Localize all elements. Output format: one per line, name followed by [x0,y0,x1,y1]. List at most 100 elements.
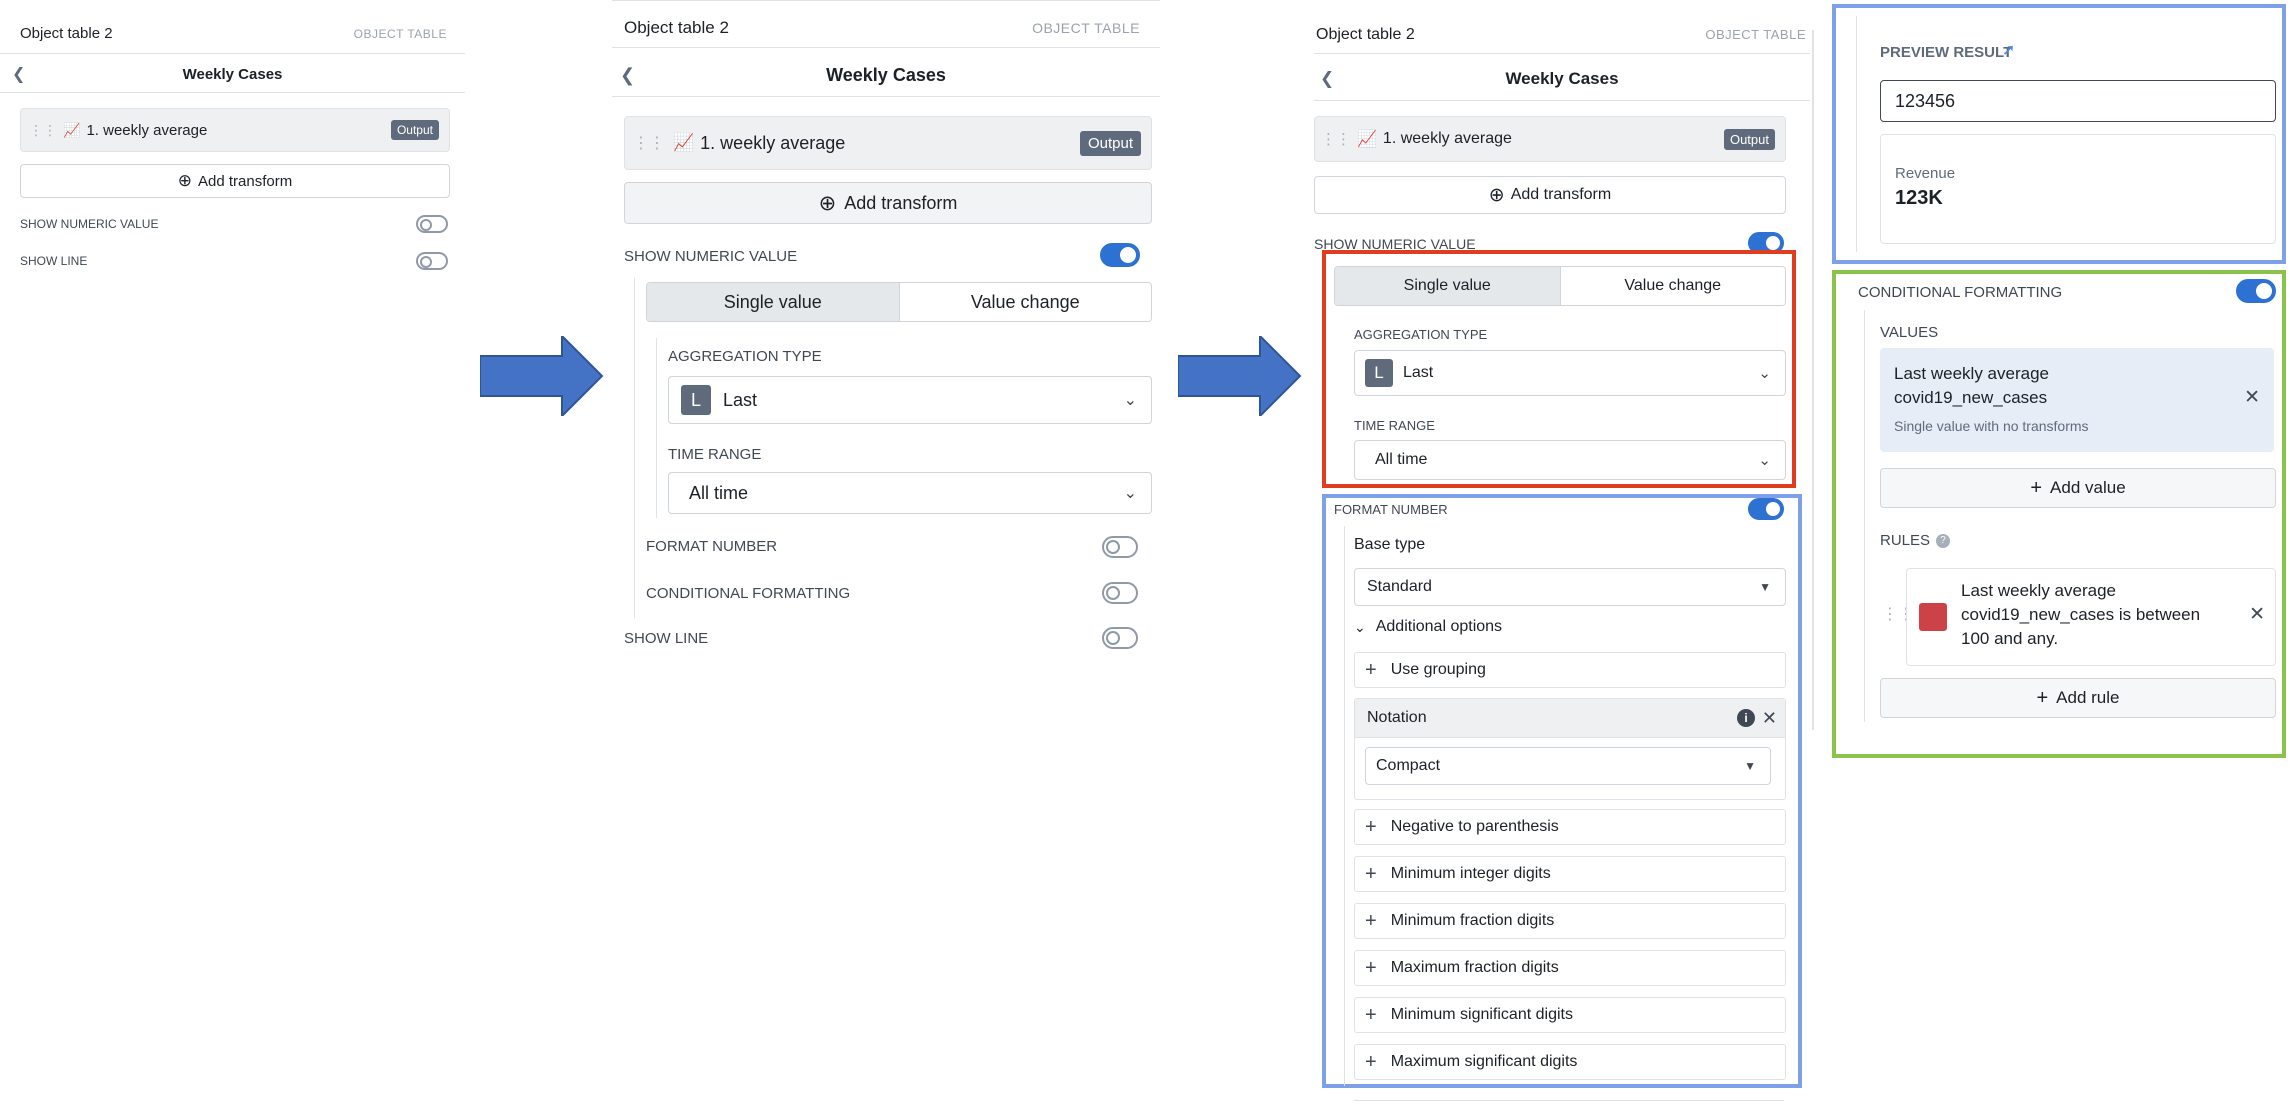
show-line-label: SHOW LINE [624,630,709,647]
chevron-down-icon: ⌄ [1123,485,1137,502]
format-option[interactable]: + Minimum fraction digits [1354,903,1786,939]
object-type-label: OBJECT TABLE [353,26,447,41]
plus-icon: + [1365,956,1377,979]
subheader: ❮ Weekly Cases [612,54,1160,97]
additional-options-toggle[interactable]: ⌄ Additional options [1354,618,1502,636]
add-transform-button[interactable]: ⊕ Add transform [1314,176,1786,214]
base-type-label: Base type [1354,536,1426,553]
show-line-toggle[interactable] [416,252,448,270]
format-option[interactable]: + Minimum integer digits [1354,856,1786,892]
drag-handle-icon[interactable]: ⋮⋮ [29,122,57,139]
close-icon[interactable]: ✕ [1762,708,1777,729]
object-type-label: OBJECT TABLE [1705,27,1806,42]
notation-select[interactable]: Compact ▼ [1365,747,1771,785]
chevron-down-icon: ⌄ [1758,452,1771,469]
plus-icon: + [1365,815,1377,838]
show-line-toggle[interactable] [1102,627,1138,649]
use-grouping-option[interactable]: + Use grouping [1354,652,1786,688]
base-type-select[interactable]: Standard ▼ [1354,568,1786,606]
time-range-select[interactable]: All time ⌄ [1354,440,1786,480]
chevron-left-icon[interactable]: ❮ [12,64,25,84]
option-label: Minimum fraction digits [1390,912,1555,929]
format-option[interactable]: + Minimum significant digits [1354,997,1786,1033]
add-transform-button[interactable]: ⊕ Add transform [624,182,1152,224]
drag-handle-icon[interactable]: ⋮⋮ [1321,130,1351,148]
close-icon[interactable]: ✕ [2249,603,2265,626]
option-label: Maximum fraction digits [1390,959,1559,976]
plus-icon: + [2030,476,2043,499]
cf-rule-line2: covid19_new_cases is between [1961,605,2201,624]
show-numeric-value-label: SHOW NUMERIC VALUE [20,217,159,231]
format-number-toggle[interactable] [1748,498,1784,520]
preview-input[interactable]: 123456 [1880,80,2276,122]
add-circle-icon: ⊕ [1488,184,1505,206]
conditional-formatting-toggle[interactable] [2236,279,2276,303]
chevron-down-icon: ⌄ [1123,392,1137,409]
show-numeric-value-toggle[interactable] [1100,243,1140,267]
cf-value-sub: Single value with no transforms [1894,418,2089,434]
arrow-right-icon [480,336,604,416]
time-range-select[interactable]: All time ⌄ [668,472,1152,514]
conditional-formatting-toggle[interactable] [1102,582,1138,604]
aggregation-type-label: AGGREGATION TYPE [668,348,822,365]
cf-rule-card[interactable]: Last weekly average covid19_new_cases is… [1906,568,2276,666]
format-option[interactable]: + Maximum fraction digits [1354,950,1786,986]
rules-label: RULES [1880,532,1931,549]
format-number-label: FORMAT NUMBER [646,538,778,555]
metric-row[interactable]: ⋮⋮ 📈 1. weekly average Output [1314,116,1786,162]
add-rule-button[interactable]: + Add rule [1880,678,2276,718]
add-circle-icon: ⊕ [818,191,837,215]
time-range-label: TIME RANGE [668,446,762,463]
value-change-tab[interactable]: Value change [898,283,1151,321]
option-label: Minimum significant digits [1390,1006,1573,1023]
rule-color-swatch[interactable] [1919,603,1947,631]
notation-label: Notation [1367,709,1427,726]
aggregation-type-select[interactable]: L Last ⌄ [1354,350,1786,396]
drag-handle-icon[interactable]: ⋮⋮ [633,133,665,153]
section-title: Weekly Cases [1505,69,1619,88]
single-value-tab[interactable]: Single value [1335,267,1560,305]
value-mode-segmented: Single value Value change [646,282,1152,322]
value-change-tab[interactable]: Value change [1559,267,1785,305]
help-icon[interactable]: ? [1936,533,1951,548]
aggregation-letter-badge: L [1365,359,1393,387]
single-value-tab[interactable]: Single value [647,283,899,321]
show-numeric-value-toggle[interactable] [416,215,448,233]
panel-initial: Object table 2 OBJECT TABLE ❮ Weekly Cas… [0,0,465,1030]
cf-value-line2: covid19_new_cases [1894,388,2048,407]
format-number-toggle[interactable] [1102,536,1138,558]
add-value-button[interactable]: + Add value [1880,468,2276,508]
aggregation-type-select[interactable]: L Last ⌄ [668,376,1152,424]
time-range-value: All time [689,482,749,503]
section-title: Weekly Cases [826,64,946,85]
panel-numeric-value: Object table 2 OBJECT TABLE ❮ Weekly Cas… [612,0,1160,700]
add-value-label: Add value [2050,478,2126,497]
plus-icon: + [1365,1003,1377,1026]
plus-icon: + [2036,686,2049,709]
base-type-value: Standard [1367,578,1432,595]
add-transform-button[interactable]: ⊕ Add transform [20,164,450,198]
metric-name: 1. weekly average [1382,130,1512,147]
caret-down-icon: ▼ [1744,759,1756,773]
chevron-left-icon[interactable]: ❮ [1320,69,1334,89]
metric-row[interactable]: ⋮⋮ 📈 1. weekly average Output [20,108,450,152]
value-mode-segmented: Single value Value change [1334,266,1786,306]
format-option[interactable]: + Maximum significant digits [1354,1044,1786,1080]
format-option[interactable]: + Negative to parenthesis [1354,809,1786,845]
page-title: Object table 2 [20,25,113,42]
section-title: Weekly Cases [182,65,283,83]
option-label: Minimum integer digits [1390,865,1551,882]
close-icon[interactable]: ✕ [2244,386,2260,409]
info-icon[interactable]: i [1737,709,1755,727]
add-circle-icon: ⊕ [177,171,193,190]
panel-header: Object table 2 OBJECT TABLE [1314,16,1810,54]
plus-icon: + [1365,658,1377,681]
cf-value-card[interactable]: Last weekly average covid19_new_cases Si… [1880,348,2274,452]
output-badge: Output [1079,130,1141,156]
aggregation-value: Last [723,389,758,410]
chevron-left-icon[interactable]: ❮ [620,65,635,86]
option-label: Use grouping [1390,661,1486,678]
metric-row[interactable]: ⋮⋮ 📈 1. weekly average Output [624,116,1152,170]
format-number-label: FORMAT NUMBER [1334,502,1448,517]
output-badge: Output [1723,128,1775,150]
